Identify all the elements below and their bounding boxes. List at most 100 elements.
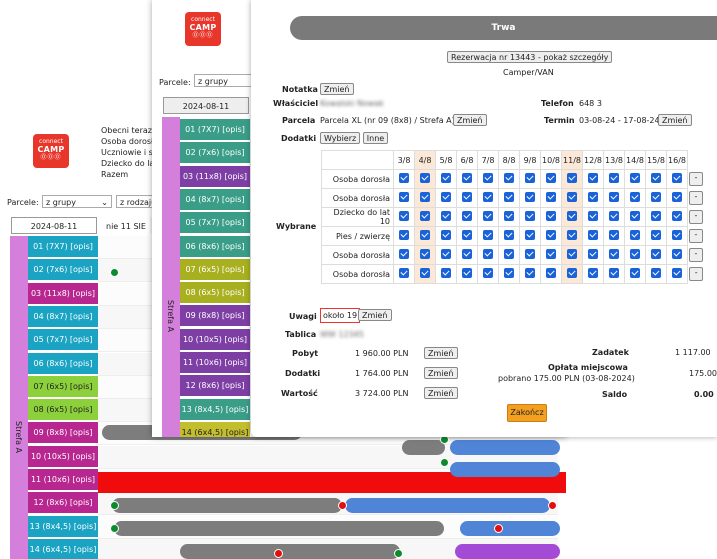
checkbox-checked-icon[interactable] — [588, 268, 598, 278]
day-checkbox-cell[interactable] — [582, 226, 604, 246]
checkbox-checked-icon[interactable] — [483, 211, 493, 221]
day-checkbox-cell[interactable] — [435, 264, 457, 284]
checkbox-checked-icon[interactable] — [441, 192, 451, 202]
day-checkbox-cell[interactable] — [498, 245, 520, 265]
checkbox-checked-icon[interactable] — [672, 173, 682, 183]
checkbox-checked-icon[interactable] — [651, 211, 661, 221]
day-checkbox-cell[interactable] — [477, 264, 499, 284]
day-checkbox-cell[interactable] — [414, 264, 436, 284]
other-extras-button[interactable]: Inne — [362, 132, 389, 144]
checkbox-checked-icon[interactable] — [441, 173, 451, 183]
day-checkbox-cell[interactable] — [666, 226, 688, 246]
checkbox-checked-icon[interactable] — [588, 192, 598, 202]
day-checkbox-cell[interactable] — [645, 226, 667, 246]
checkbox-checked-icon[interactable] — [672, 211, 682, 221]
remove-person-button[interactable]: - — [689, 267, 704, 281]
day-checkbox-cell[interactable] — [477, 226, 499, 246]
reservation-bar[interactable] — [455, 544, 560, 559]
checkbox-checked-icon[interactable] — [546, 230, 556, 240]
day-checkbox-cell[interactable] — [582, 264, 604, 284]
parcel-row-label[interactable]: 03 (11x8) [opis] — [180, 165, 250, 188]
checkbox-checked-icon[interactable] — [462, 230, 472, 240]
checkbox-checked-icon[interactable] — [567, 192, 577, 202]
day-checkbox-cell[interactable] — [435, 207, 457, 227]
parcel-edit-button[interactable]: Zmień — [453, 114, 487, 126]
day-checkbox-cell[interactable] — [603, 245, 625, 265]
parcel-row-label[interactable]: 14 (6x4,5) [opis] — [28, 538, 98, 559]
day-checkbox-cell[interactable] — [519, 264, 541, 284]
day-checkbox-cell[interactable] — [540, 188, 562, 208]
day-checkbox-cell[interactable] — [414, 245, 436, 265]
checkbox-checked-icon[interactable] — [483, 249, 493, 259]
day-checkbox-cell[interactable] — [393, 207, 415, 227]
day-checkbox-cell[interactable] — [519, 207, 541, 227]
day-checkbox-cell[interactable] — [456, 245, 478, 265]
reservation-bar[interactable] — [112, 498, 342, 513]
reservation-bar[interactable] — [460, 521, 560, 536]
checkbox-checked-icon[interactable] — [525, 211, 535, 221]
checkbox-checked-icon[interactable] — [462, 249, 472, 259]
day-checkbox-cell[interactable] — [624, 188, 646, 208]
checkbox-checked-icon[interactable] — [525, 173, 535, 183]
checkbox-checked-icon[interactable] — [504, 249, 514, 259]
parcel-row-label[interactable]: 10 (10x5) [opis] — [28, 445, 98, 468]
checkbox-checked-icon[interactable] — [630, 192, 640, 202]
day-checkbox-cell[interactable] — [393, 264, 415, 284]
checkbox-checked-icon[interactable] — [462, 211, 472, 221]
remove-person-button[interactable]: - — [689, 191, 703, 205]
day-checkbox-cell[interactable] — [624, 226, 646, 246]
checkbox-checked-icon[interactable] — [441, 268, 451, 278]
checkbox-checked-icon[interactable] — [504, 173, 514, 183]
checkbox-checked-icon[interactable] — [399, 268, 409, 278]
checkbox-checked-icon[interactable] — [567, 268, 577, 278]
day-checkbox-cell[interactable] — [540, 226, 562, 246]
checkbox-checked-icon[interactable] — [399, 173, 409, 183]
checkbox-checked-icon[interactable] — [546, 268, 556, 278]
checkbox-checked-icon[interactable] — [546, 173, 556, 183]
term-edit-button[interactable]: Zmień — [658, 114, 692, 126]
day-checkbox-cell[interactable] — [435, 188, 457, 208]
day-checkbox-cell[interactable] — [456, 264, 478, 284]
day-checkbox-cell[interactable] — [561, 226, 583, 246]
day-checkbox-cell[interactable] — [456, 188, 478, 208]
day-checkbox-cell[interactable] — [561, 169, 583, 189]
parcel-row-label[interactable]: 01 (7X7) [opis] — [180, 119, 250, 141]
day-checkbox-cell[interactable] — [540, 264, 562, 284]
checkbox-checked-icon[interactable] — [609, 230, 619, 240]
value-edit-button[interactable]: Zmień — [424, 387, 458, 399]
day-checkbox-cell[interactable] — [498, 188, 520, 208]
parcel-row-label[interactable]: 09 (8x8) [opis] — [180, 305, 250, 328]
parcel-row-label[interactable]: 02 (7x6) [opis] — [180, 142, 250, 165]
checkbox-checked-icon[interactable] — [525, 192, 535, 202]
day-checkbox-cell[interactable] — [414, 207, 436, 227]
checkbox-checked-icon[interactable] — [567, 173, 577, 183]
day-checkbox-cell[interactable] — [414, 169, 436, 189]
checkbox-checked-icon[interactable] — [609, 211, 619, 221]
day-checkbox-cell[interactable] — [645, 245, 667, 265]
parcel-row-label[interactable]: 11 (10x6) [opis] — [180, 352, 250, 374]
day-checkbox-cell[interactable] — [498, 226, 520, 246]
checkbox-checked-icon[interactable] — [399, 192, 409, 202]
checkbox-checked-icon[interactable] — [525, 249, 535, 259]
day-checkbox-cell[interactable] — [477, 207, 499, 227]
checkbox-checked-icon[interactable] — [588, 211, 598, 221]
group-select[interactable]: z grupy ⌄ — [42, 195, 112, 208]
day-checkbox-cell[interactable] — [477, 245, 499, 265]
checkbox-checked-icon[interactable] — [525, 230, 535, 240]
parcel-row-label[interactable]: 14 (6x4,5) [opis] — [180, 421, 250, 437]
day-checkbox-cell[interactable] — [603, 207, 625, 227]
checkbox-checked-icon[interactable] — [609, 268, 619, 278]
checkbox-checked-icon[interactable] — [630, 230, 640, 240]
checkbox-checked-icon[interactable] — [588, 230, 598, 240]
day-checkbox-cell[interactable] — [414, 226, 436, 246]
parcel-row-label[interactable]: 06 (8x6) [opis] — [28, 352, 98, 375]
checkbox-checked-icon[interactable] — [504, 230, 514, 240]
day-checkbox-cell[interactable] — [435, 245, 457, 265]
checkbox-checked-icon[interactable] — [546, 192, 556, 202]
reservation-bar[interactable] — [450, 462, 560, 477]
parcel-row-label[interactable]: 13 (8x4,5) [opis] — [180, 398, 250, 421]
checkbox-checked-icon[interactable] — [609, 249, 619, 259]
day-checkbox-cell[interactable] — [624, 169, 646, 189]
day-checkbox-cell[interactable] — [645, 169, 667, 189]
parcel-row-label[interactable]: 11 (10x6) [opis] — [28, 469, 98, 491]
